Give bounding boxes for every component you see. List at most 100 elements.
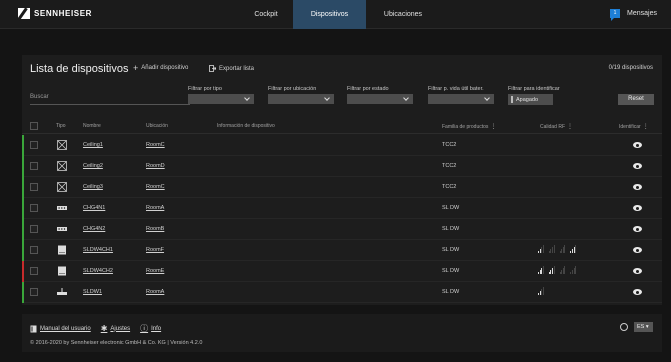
tab-ubicaciones[interactable]: Ubicaciones bbox=[375, 0, 431, 29]
reset-button[interactable]: Reset bbox=[618, 94, 654, 105]
receiver-icon bbox=[57, 245, 67, 255]
ceiling-mic-icon bbox=[57, 140, 67, 150]
identify-eye-icon[interactable] bbox=[633, 142, 642, 148]
filter-type-select[interactable] bbox=[188, 94, 254, 104]
device-name-link[interactable]: Ceiling1 bbox=[83, 142, 103, 148]
device-location-link[interactable]: RoomC bbox=[146, 184, 165, 190]
column-menu-icon[interactable]: ⋮ bbox=[490, 124, 496, 130]
brand-logo[interactable]: SENNHEISER bbox=[18, 8, 92, 19]
row-checkbox[interactable] bbox=[30, 204, 38, 212]
export-list-button[interactable]: Exportar lista bbox=[209, 65, 254, 72]
filter-type-label: Filtrar por tipo bbox=[188, 86, 222, 92]
row-checkbox[interactable] bbox=[30, 225, 38, 233]
charger-icon bbox=[57, 224, 67, 234]
select-all-checkbox[interactable] bbox=[30, 122, 38, 130]
row-checkbox[interactable] bbox=[30, 267, 38, 275]
table-row[interactable]: SLDW4CH1 RoomF SL DW bbox=[22, 240, 662, 261]
device-location-link[interactable]: RoomA bbox=[146, 289, 164, 295]
info-link[interactable]: ⓘ Info bbox=[140, 323, 161, 334]
device-family: TCC2 bbox=[442, 184, 457, 190]
identify-eye-icon[interactable] bbox=[633, 247, 642, 253]
row-checkbox[interactable] bbox=[30, 141, 38, 149]
identify-eye-icon[interactable] bbox=[633, 268, 642, 274]
status-stripe bbox=[22, 156, 24, 177]
table-row[interactable]: Ceiling2 RoomD TCC2 bbox=[22, 156, 662, 177]
column-location[interactable]: Ubicación bbox=[146, 123, 168, 129]
filter-battery-select[interactable] bbox=[428, 94, 494, 104]
table-row[interactable]: CHG4N2 RoomB SL DW bbox=[22, 219, 662, 240]
row-checkbox[interactable] bbox=[30, 162, 38, 170]
status-stripe bbox=[22, 177, 24, 198]
messages-button[interactable]: 1 Mensajes bbox=[610, 9, 657, 21]
row-checkbox[interactable] bbox=[30, 246, 38, 254]
table-row[interactable]: CHG4N1 RoomA SL DW bbox=[22, 198, 662, 219]
device-location-link[interactable]: RoomE bbox=[146, 268, 164, 274]
row-checkbox[interactable] bbox=[30, 288, 38, 296]
table-row[interactable]: SLDW1 RoomA SL DW bbox=[22, 282, 662, 303]
device-family: SL DW bbox=[442, 226, 460, 232]
column-menu-icon[interactable]: ⋮ bbox=[643, 124, 649, 130]
device-name-link[interactable]: CHG4N2 bbox=[83, 226, 105, 232]
signal-bars-icon bbox=[548, 266, 555, 274]
tab-cockpit[interactable]: Cockpit bbox=[246, 0, 286, 29]
ceiling-mic-icon bbox=[57, 182, 67, 192]
device-name-link[interactable]: Ceiling3 bbox=[83, 184, 103, 190]
device-location-link[interactable]: RoomD bbox=[146, 163, 165, 169]
device-family: SL DW bbox=[442, 205, 460, 211]
filter-status-select[interactable] bbox=[347, 94, 413, 104]
manual-link[interactable]: Manual del usuario bbox=[30, 323, 91, 334]
device-location-link[interactable]: RoomF bbox=[146, 247, 164, 253]
table-row[interactable]: Ceiling1 RoomC TCC2 bbox=[22, 135, 662, 156]
device-name-link[interactable]: SLDW4CH1 bbox=[83, 247, 113, 253]
device-location-link[interactable]: RoomA bbox=[146, 205, 164, 211]
identify-eye-icon[interactable] bbox=[633, 184, 642, 190]
filter-location-select[interactable] bbox=[268, 94, 334, 104]
search-input[interactable]: Buscar bbox=[30, 94, 190, 105]
copyright-text: © 2016-2020 by Sennheiser electronic Gmb… bbox=[30, 340, 203, 346]
top-navigation-bar: SENNHEISER Cockpit Dispositivos Ubicacio… bbox=[0, 0, 671, 29]
column-type[interactable]: Tipo bbox=[56, 123, 66, 129]
toggle-knob bbox=[511, 96, 513, 103]
filter-type: Filtrar por tipo bbox=[188, 86, 254, 104]
status-stripe bbox=[22, 198, 24, 219]
page-title: Lista de dispositivos bbox=[30, 63, 129, 75]
table-row[interactable]: SLDW4CH2 RoomE SL DW bbox=[22, 261, 662, 282]
filter-identify-label: Filtrar para identificar bbox=[508, 86, 560, 92]
filter-battery-label: Filtrar p. vida útil bater. bbox=[428, 86, 484, 92]
column-identify[interactable]: Identificar ⋮ bbox=[619, 123, 649, 130]
plus-icon: + bbox=[133, 63, 139, 73]
device-location-link[interactable]: RoomB bbox=[146, 226, 164, 232]
add-device-button[interactable]: + Añadir dispositivo bbox=[133, 63, 188, 73]
device-name-link[interactable]: Ceiling2 bbox=[83, 163, 103, 169]
messages-label: Mensajes bbox=[627, 10, 657, 17]
manual-label: Manual del usuario bbox=[40, 325, 91, 332]
device-name-link[interactable]: CHG4N1 bbox=[83, 205, 105, 211]
identify-eye-icon[interactable] bbox=[633, 289, 642, 295]
filter-location-label: Filtrar por ubicación bbox=[268, 86, 317, 92]
language-picker: ES ▾ bbox=[620, 322, 653, 332]
table-row[interactable]: Ceiling3 RoomC TCC2 bbox=[22, 177, 662, 198]
column-family[interactable]: Familia de productos ⋮ bbox=[442, 123, 496, 130]
column-info[interactable]: Información de dispositivo bbox=[217, 123, 275, 129]
identify-toggle[interactable]: Apagado bbox=[508, 94, 553, 105]
identify-eye-icon[interactable] bbox=[633, 163, 642, 169]
signal-bars-icon bbox=[538, 266, 544, 274]
status-stripe bbox=[22, 135, 24, 156]
filter-battery: Filtrar p. vida útil bater. bbox=[428, 86, 494, 104]
rf-quality bbox=[538, 287, 544, 295]
device-name-link[interactable]: SLDW1 bbox=[83, 289, 102, 295]
column-name[interactable]: Nombre bbox=[83, 123, 101, 129]
identify-eye-icon[interactable] bbox=[633, 205, 642, 211]
export-icon bbox=[209, 65, 216, 72]
language-select[interactable]: ES ▾ bbox=[634, 322, 653, 332]
row-checkbox[interactable] bbox=[30, 183, 38, 191]
device-location-link[interactable]: RoomC bbox=[146, 142, 165, 148]
column-rf[interactable]: Calidad RF ⋮ bbox=[540, 123, 573, 130]
status-stripe bbox=[22, 261, 24, 282]
filter-location: Filtrar por ubicación bbox=[268, 86, 334, 104]
settings-link[interactable]: ✱ Ajustes bbox=[101, 323, 130, 334]
identify-eye-icon[interactable] bbox=[633, 226, 642, 232]
tab-dispositivos[interactable]: Dispositivos bbox=[293, 0, 366, 29]
device-name-link[interactable]: SLDW4CH2 bbox=[83, 268, 113, 274]
column-menu-icon[interactable]: ⋮ bbox=[567, 124, 573, 130]
